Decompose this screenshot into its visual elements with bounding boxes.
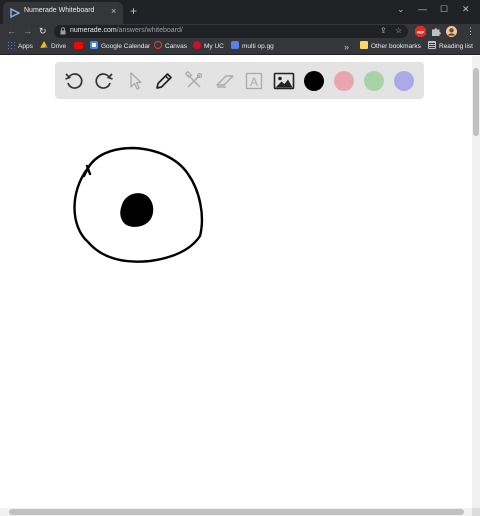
tab-close-icon[interactable]: × bbox=[111, 6, 116, 16]
image-tool-button[interactable] bbox=[273, 70, 295, 92]
canvas-icon bbox=[154, 41, 162, 49]
new-tab-button[interactable]: + bbox=[130, 4, 137, 18]
drawing-canvas[interactable] bbox=[0, 106, 472, 506]
tools-icon bbox=[184, 71, 203, 88]
bookmark-star-icon[interactable]: ☆ bbox=[395, 26, 402, 36]
browser-toolbar: ← → ↻ numerade.com/answers/whiteboard/ ⇪… bbox=[0, 24, 480, 39]
bookmark-my-uc[interactable]: My UC bbox=[193, 41, 224, 53]
other-bookmarks-folder[interactable]: Other bookmarks bbox=[360, 41, 421, 53]
select-tool-button[interactable] bbox=[124, 70, 146, 92]
eraser-tool-button[interactable] bbox=[214, 70, 236, 92]
apps-grid-icon bbox=[7, 41, 15, 49]
address-bar[interactable]: numerade.com/answers/whiteboard/ ⇪ ☆ bbox=[54, 25, 408, 38]
google-drive-icon bbox=[40, 41, 48, 48]
lock-icon bbox=[60, 27, 66, 35]
color-swatch-green[interactable] bbox=[364, 71, 384, 91]
profile-avatar[interactable] bbox=[446, 26, 457, 37]
undo-button[interactable] bbox=[63, 70, 85, 92]
extensions-puzzle-icon[interactable] bbox=[431, 26, 441, 37]
bookmarks-bar: Apps Drive Google Calendar Canvas My UC … bbox=[0, 39, 480, 55]
horizontal-scrollbar[interactable] bbox=[0, 508, 472, 516]
folder-icon bbox=[360, 41, 368, 49]
more-bookmarks-icon[interactable]: » bbox=[344, 41, 349, 53]
bookmark-youtube[interactable] bbox=[74, 41, 86, 53]
reading-list[interactable]: Reading list bbox=[428, 41, 473, 53]
adblock-extension-icon[interactable]: ABP bbox=[415, 26, 426, 37]
eraser-icon bbox=[216, 75, 234, 88]
bookmark-drive[interactable]: Drive bbox=[40, 41, 66, 53]
pen-tool-button[interactable] bbox=[153, 70, 175, 92]
vertical-scrollbar[interactable] bbox=[472, 56, 480, 508]
reading-list-icon bbox=[428, 41, 436, 49]
redo-button[interactable] bbox=[93, 70, 115, 92]
scrollbar-corner bbox=[472, 508, 480, 516]
bookmark-canvas[interactable]: Canvas bbox=[154, 41, 187, 53]
text-tool-button[interactable]: A bbox=[243, 70, 265, 92]
vertical-scroll-thumb[interactable] bbox=[473, 68, 479, 136]
minimize-button[interactable]: — bbox=[418, 3, 427, 15]
reload-icon[interactable]: ↻ bbox=[39, 25, 47, 37]
text-icon: A bbox=[245, 72, 263, 90]
tab-search-icon[interactable]: ⌄ bbox=[397, 3, 405, 15]
numerade-logo-icon bbox=[10, 8, 20, 18]
redo-icon bbox=[95, 73, 113, 89]
back-arrow-icon[interactable]: ← bbox=[7, 25, 16, 37]
close-window-button[interactable]: ✕ bbox=[462, 3, 470, 15]
url-text: numerade.com/answers/whiteboard/ bbox=[70, 27, 183, 34]
color-swatch-black[interactable] bbox=[304, 71, 324, 91]
color-swatch-pink[interactable] bbox=[334, 71, 354, 91]
bookmark-multi-opgg[interactable]: multi op.gg bbox=[231, 41, 274, 53]
color-swatch-purple[interactable] bbox=[394, 71, 414, 91]
uc-icon bbox=[193, 41, 201, 49]
browser-tab[interactable]: Numerade Whiteboard × bbox=[3, 2, 123, 24]
undo-icon bbox=[65, 73, 83, 89]
maximize-button[interactable]: ☐ bbox=[440, 3, 448, 15]
share-icon[interactable]: ⇪ bbox=[380, 26, 387, 36]
whiteboard-toolbar: A bbox=[55, 62, 424, 99]
calendar-icon bbox=[90, 41, 98, 49]
whiteboard-page: A bbox=[0, 56, 472, 508]
chrome-menu-icon[interactable]: ⋮ bbox=[466, 25, 475, 37]
pen-icon bbox=[156, 73, 172, 89]
youtube-icon bbox=[74, 42, 83, 49]
image-icon bbox=[273, 72, 295, 90]
tab-strip: Numerade Whiteboard × + ⌄ — ☐ ✕ bbox=[0, 0, 480, 24]
svg-text:ABP: ABP bbox=[417, 30, 425, 34]
bookmark-apps[interactable]: Apps bbox=[7, 41, 33, 53]
select-cursor-icon bbox=[130, 72, 142, 90]
forward-arrow-icon[interactable]: → bbox=[23, 25, 32, 37]
tab-title: Numerade Whiteboard bbox=[24, 7, 95, 14]
tools-button[interactable] bbox=[183, 70, 205, 92]
opgg-icon bbox=[231, 41, 239, 49]
bookmark-google-calendar[interactable]: Google Calendar bbox=[90, 41, 150, 53]
svg-text:A: A bbox=[250, 75, 258, 89]
horizontal-scroll-thumb[interactable] bbox=[9, 509, 464, 515]
filled-dot-stroke bbox=[120, 193, 154, 227]
